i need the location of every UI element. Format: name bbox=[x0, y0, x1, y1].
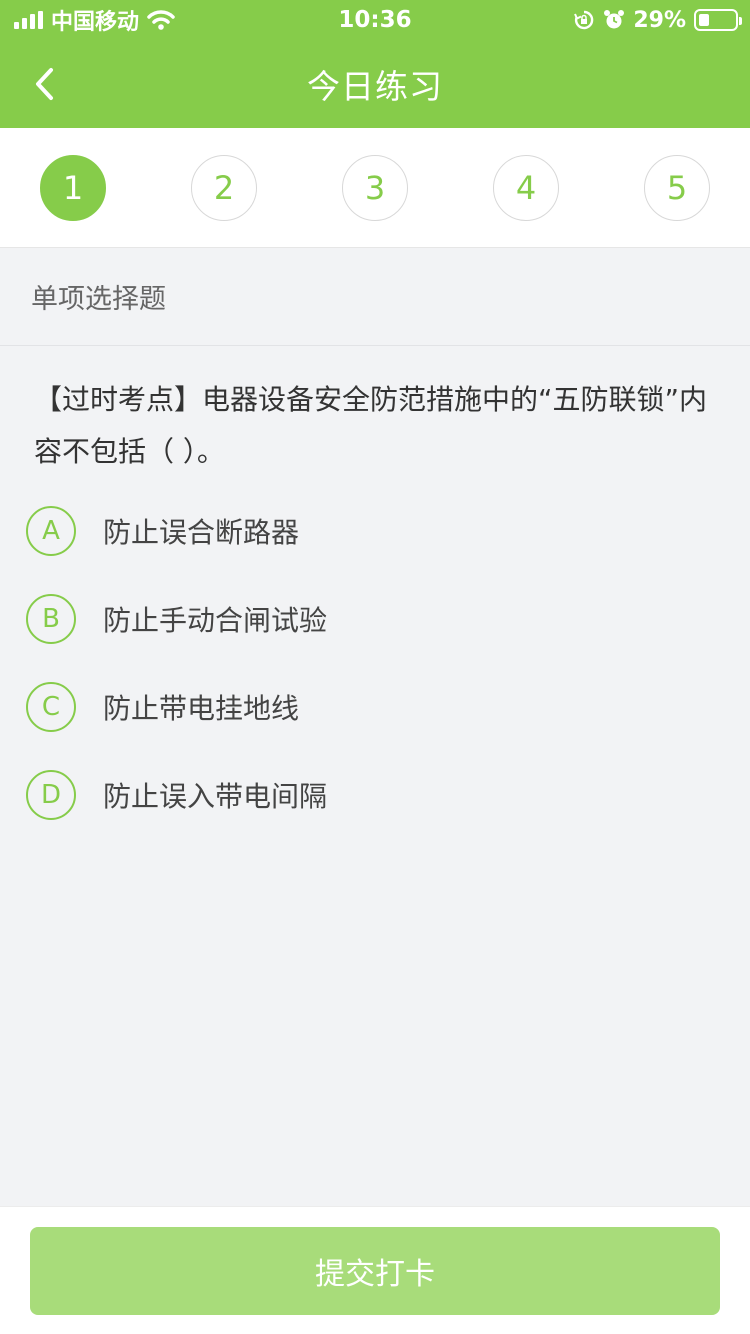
wifi-icon bbox=[147, 10, 175, 30]
submit-checkin-button[interactable]: 提交打卡 bbox=[30, 1227, 720, 1315]
carrier-label: 中国移动 bbox=[51, 10, 140, 35]
option-b-text: 防止手动合闸试验 bbox=[103, 604, 328, 637]
chevron-left-icon bbox=[36, 68, 53, 100]
step-2[interactable]: 2 bbox=[191, 155, 257, 221]
option-a-letter: A bbox=[26, 506, 76, 556]
step-3[interactable]: 3 bbox=[342, 155, 408, 221]
step-1[interactable]: 1 bbox=[40, 155, 106, 221]
orientation-lock-icon bbox=[574, 10, 594, 30]
alarm-icon bbox=[604, 10, 625, 29]
option-b-letter: B bbox=[26, 594, 76, 644]
question-type-label: 单项选择题 bbox=[31, 284, 166, 315]
battery-percent: 29% bbox=[633, 7, 686, 33]
option-c-letter: C bbox=[26, 682, 76, 732]
battery-icon bbox=[694, 9, 742, 31]
option-c[interactable]: C 防止带电挂地线 bbox=[26, 681, 299, 733]
back-button[interactable] bbox=[20, 56, 68, 112]
option-b[interactable]: B 防止手动合闸试验 bbox=[26, 593, 327, 645]
option-a[interactable]: A 防止误合断路器 bbox=[26, 505, 299, 557]
option-d-letter: D bbox=[26, 770, 76, 820]
nav-bar: 今日练习 bbox=[0, 40, 750, 128]
step-5[interactable]: 5 bbox=[644, 155, 710, 221]
question-text: 【过时考点】电器设备安全防范措施中的“五防联锁”内容不包括（ ）。 bbox=[34, 383, 708, 468]
option-c-text: 防止带电挂地线 bbox=[103, 692, 300, 725]
footer-bar: 提交打卡 bbox=[0, 1206, 750, 1334]
option-d[interactable]: D 防止误入带电间隔 bbox=[26, 769, 327, 821]
option-a-text: 防止误合断路器 bbox=[103, 516, 300, 549]
question-type: 单项选择题 bbox=[0, 248, 750, 346]
signal-icon bbox=[14, 11, 43, 29]
option-d-text: 防止误入带电间隔 bbox=[103, 780, 328, 813]
page-title: 今日练习 bbox=[307, 67, 443, 106]
status-bar: 中国移动 10:36 29% bbox=[0, 0, 750, 40]
step-4[interactable]: 4 bbox=[493, 155, 559, 221]
question-step-bar: 1 2 3 4 5 bbox=[0, 128, 750, 248]
app-header: 中国移动 10:36 29% 今日练习 bbox=[0, 0, 750, 128]
